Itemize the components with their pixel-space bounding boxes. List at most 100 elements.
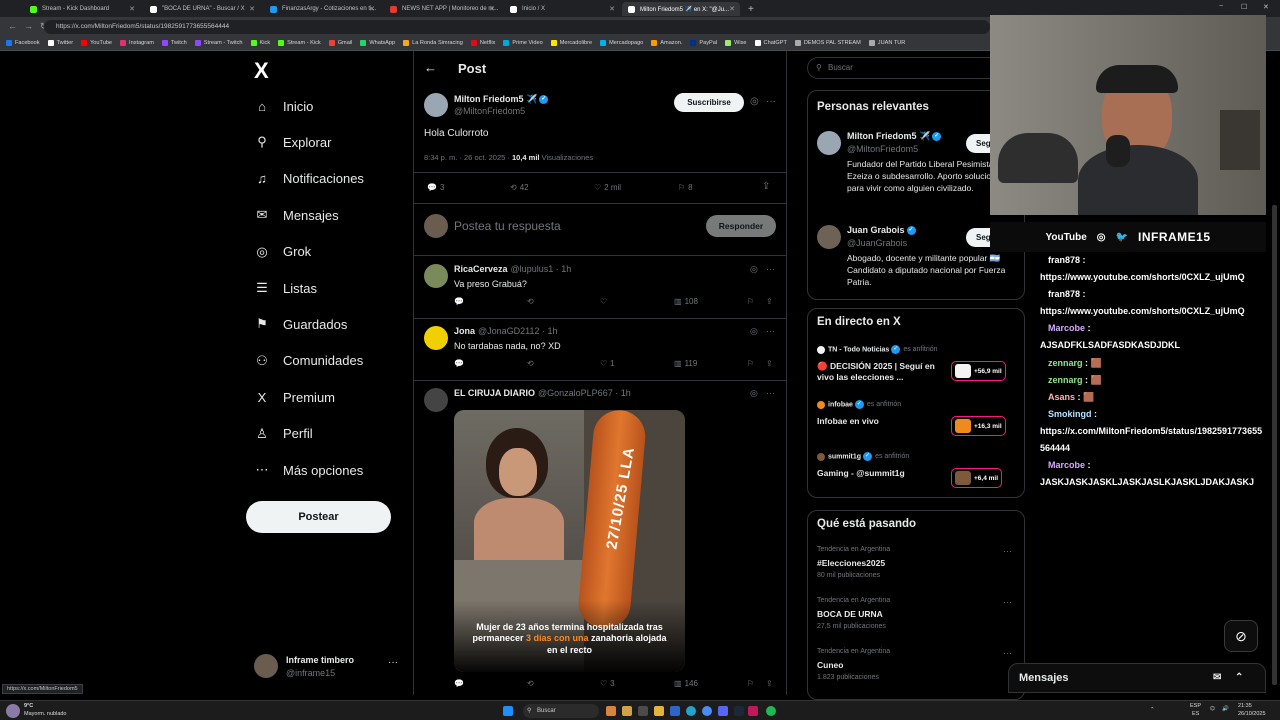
sidebar-item-messages[interactable]: ✉ Mensajes xyxy=(254,200,339,230)
live-viewers-badge[interactable]: +6,4 mil xyxy=(951,468,1003,488)
account-switcher[interactable]: Inframe timbero @inframe15 ··· xyxy=(254,652,400,682)
live-title-text[interactable]: 🔴 DECISIÓN 2025 | Seguí en vivo las elec… xyxy=(817,361,942,384)
windows-start-icon[interactable] xyxy=(503,706,513,716)
reply-author-name[interactable]: Jona xyxy=(454,326,475,336)
repost-action[interactable]: ⟲ xyxy=(527,359,537,368)
live-host[interactable]: TN - Todo Noticias ✓ es anfitrión xyxy=(817,345,938,354)
bookmark-item[interactable]: Twitter xyxy=(47,40,73,46)
live-host[interactable]: summit1g ✓ es anfitrión xyxy=(817,452,909,461)
sidebar-item-notifications[interactable]: ♫ Notificaciones xyxy=(254,164,364,194)
like-action[interactable]: ♡ xyxy=(600,297,610,306)
taskbar-search[interactable]: ⚲ Buscar xyxy=(523,704,599,718)
wifi-icon[interactable]: ⌬ xyxy=(1210,706,1215,712)
avatar[interactable] xyxy=(424,388,448,412)
reply-action[interactable]: 💬 xyxy=(454,359,467,368)
bookmark-item[interactable]: Mercadopago xyxy=(600,40,643,46)
bookmark-item[interactable]: Stream - Kick xyxy=(278,40,321,46)
bookmark-item[interactable]: Stream - Twitch xyxy=(194,40,243,46)
tab-finanzas[interactable]: FinanzasArgy - Cotizaciones en ti... ✕ xyxy=(264,2,380,16)
volume-icon[interactable]: 🔊 xyxy=(1222,706,1229,712)
avatar[interactable] xyxy=(424,93,448,117)
chat-username[interactable]: Asans xyxy=(1048,392,1075,402)
bookmark-item[interactable]: DEMOS PAL STREAM xyxy=(794,40,861,46)
bookmark-item[interactable]: WhatsApp xyxy=(360,40,395,46)
sidebar-item-grok[interactable]: ◎ Grok xyxy=(254,237,311,267)
views-action[interactable]: ▥ 108 xyxy=(674,297,698,306)
chat-username[interactable]: Marcobe xyxy=(1048,460,1085,470)
sidebar-item-communities[interactable]: ⚇ Comunidades xyxy=(254,346,363,376)
trend-name[interactable]: Cuneo xyxy=(817,660,843,670)
weather-icon[interactable] xyxy=(6,704,20,718)
app-icon[interactable] xyxy=(606,706,616,716)
share-icon[interactable]: ⇪ xyxy=(766,297,773,306)
discord-icon[interactable] xyxy=(718,706,728,716)
person-name[interactable]: Juan Grabois xyxy=(847,225,905,235)
like-action[interactable]: ♡ 3 xyxy=(600,679,615,688)
sidebar-item-profile[interactable]: ♙ Perfil xyxy=(254,419,312,449)
share-icon[interactable]: ⇪ xyxy=(766,679,773,688)
grok-icon[interactable]: ◎ xyxy=(750,264,758,275)
sidebar-item-more-options[interactable]: ⋯ Más opciones xyxy=(254,455,364,485)
bookmark-item[interactable]: JUAN TUR xyxy=(868,40,905,46)
avatar[interactable] xyxy=(424,264,448,288)
sidebar-item-lists[interactable]: ☰ Listas xyxy=(254,273,317,303)
grok-icon[interactable]: ◎ xyxy=(750,326,758,337)
reply-input[interactable]: Postea tu respuesta xyxy=(454,219,561,233)
reply-action[interactable]: 💬 3 xyxy=(427,183,444,192)
post-author-handle[interactable]: @MiltonFriedom5 xyxy=(454,106,525,116)
avatar[interactable] xyxy=(817,131,841,155)
more-icon[interactable]: ··· xyxy=(766,264,775,274)
more-icon[interactable]: ··· xyxy=(766,388,775,398)
repost-action[interactable]: ⟲ 42 xyxy=(510,183,529,192)
reply-author-handle[interactable]: @GonzaloPLP667 · 1h xyxy=(538,388,631,398)
share-icon[interactable]: ⇪ xyxy=(766,359,773,368)
chrome-icon[interactable] xyxy=(702,706,712,716)
steam-icon[interactable] xyxy=(734,706,744,716)
task-view-icon[interactable] xyxy=(638,706,648,716)
bookmark-item[interactable]: Netflix xyxy=(470,40,495,46)
clock-time[interactable]: 21:35 xyxy=(1238,703,1252,709)
trend-name[interactable]: BOCA DE URNA xyxy=(817,609,883,619)
reply-button[interactable]: Responder xyxy=(706,215,776,237)
post-author-name[interactable]: Milton Friedom5 ✈️ xyxy=(454,94,537,104)
bookmark-item[interactable]: PayPal xyxy=(690,40,717,46)
close-window-button[interactable]: ✕ xyxy=(1263,3,1269,11)
close-icon[interactable]: ✕ xyxy=(249,5,255,13)
language-indicator[interactable]: ESP xyxy=(1190,703,1201,709)
repost-action[interactable]: ⟲ xyxy=(527,297,537,306)
tab-news-net[interactable]: NEWS NET APP | Monitoreo de m... ✕ xyxy=(384,2,500,16)
bookmark-action[interactable]: ⚐ 8 xyxy=(678,183,693,192)
tray-chevron-icon[interactable]: ⌃ xyxy=(1150,707,1155,713)
close-icon[interactable]: ✕ xyxy=(489,5,495,13)
bookmark-item[interactable]: YouTube xyxy=(81,40,112,46)
live-viewers-badge[interactable]: +16,3 mil xyxy=(951,416,1006,436)
more-icon[interactable]: ··· xyxy=(388,657,398,668)
bookmark-item[interactable]: Facebook xyxy=(6,40,40,46)
tab-kick-dashboard[interactable]: Stream - Kick Dashboard ✕ xyxy=(24,2,140,16)
sidebar-item-premium[interactable]: X Premium xyxy=(254,382,335,412)
new-message-icon[interactable]: ✉ xyxy=(1213,664,1221,692)
app-icon[interactable] xyxy=(748,706,758,716)
sidebar-item-bookmarks[interactable]: ⚑ Guardados xyxy=(254,309,347,339)
more-icon[interactable]: ··· xyxy=(766,96,776,107)
reply-author-name[interactable]: EL CIRUJA DIARIO xyxy=(454,388,535,398)
reply-action[interactable]: 💬 xyxy=(454,679,467,688)
bookmark-item[interactable]: Amazon. xyxy=(651,40,682,46)
reply-author-handle[interactable]: @lupulus1 · 1h xyxy=(511,264,572,274)
close-icon[interactable]: ✕ xyxy=(729,5,735,13)
minimize-button[interactable]: − xyxy=(1219,3,1223,10)
bookmark-item[interactable]: Mercadolibre xyxy=(550,40,592,46)
bookmark-item[interactable]: ChatGPT xyxy=(754,40,787,46)
grok-icon[interactable]: ⊘ xyxy=(1224,620,1258,652)
chat-username[interactable]: zennarg xyxy=(1048,358,1083,368)
file-explorer-icon[interactable] xyxy=(654,706,664,716)
chat-username[interactable]: Smokingd xyxy=(1048,409,1092,419)
reply-action[interactable]: 💬 xyxy=(454,297,467,306)
bookmark-item[interactable]: Wise xyxy=(725,40,747,46)
chat-username[interactable]: Marcobe xyxy=(1048,323,1085,333)
spotify-icon[interactable] xyxy=(766,706,776,716)
url-field[interactable]: https://x.com/MiltonFriedom5/status/1982… xyxy=(44,20,990,34)
x-logo-icon[interactable]: X xyxy=(254,58,269,84)
bookmark-item[interactable]: La Ronda Simracing xyxy=(403,40,463,46)
bookmark-icon[interactable]: ⚐ xyxy=(747,297,754,306)
